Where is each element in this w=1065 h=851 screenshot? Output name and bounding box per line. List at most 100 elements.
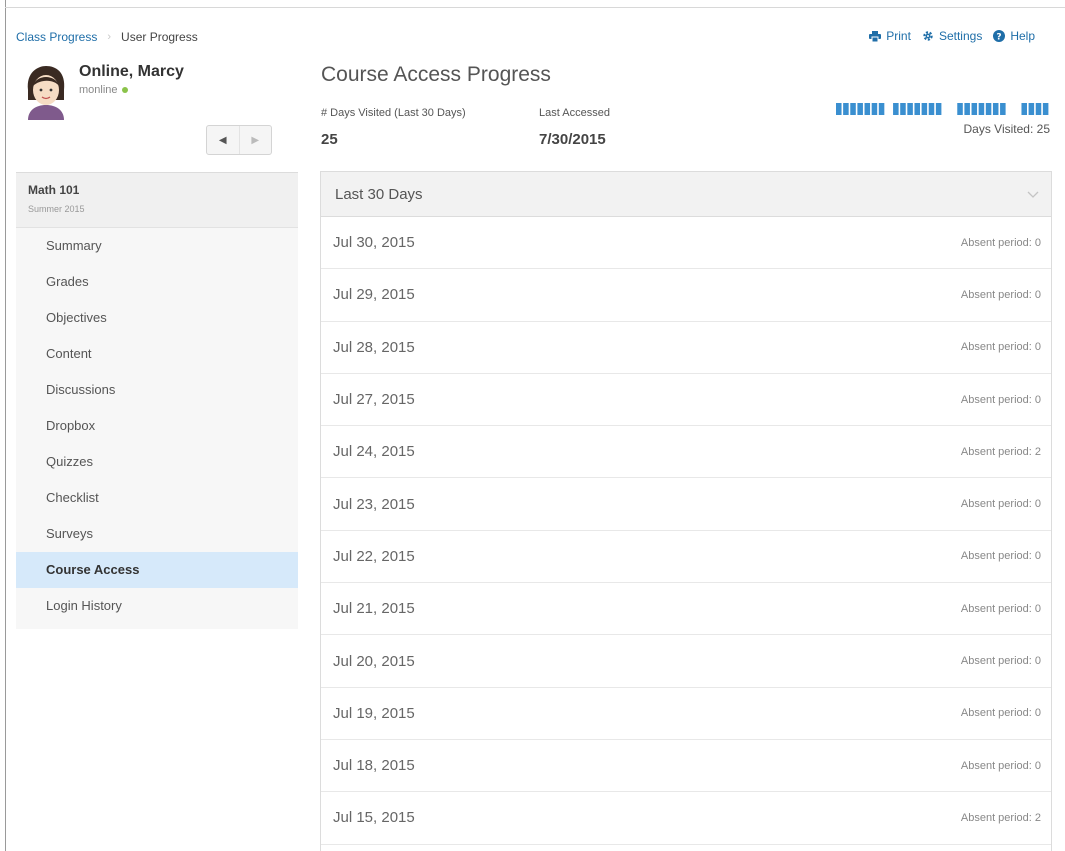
sparkline-day-bar xyxy=(971,103,978,115)
sidebar-item-dropbox[interactable]: Dropbox xyxy=(16,408,298,444)
user-pager: ◀ ▶ xyxy=(206,125,272,155)
previous-user-button[interactable]: ◀ xyxy=(207,126,240,154)
sidebar-item-checklist[interactable]: Checklist xyxy=(16,480,298,516)
course-term: Summer 2015 xyxy=(28,204,85,214)
last-accessed-value: 7/30/2015 xyxy=(539,131,606,148)
last-accessed-label: Last Accessed xyxy=(539,107,610,119)
absent-period: Absent period: 0 xyxy=(960,602,1041,615)
absent-period: Absent period: 0 xyxy=(960,393,1041,406)
help-label: Help xyxy=(1010,29,1035,43)
sidebar-nav: Summary Grades Objectives Content Discus… xyxy=(16,228,298,624)
access-row: Jul 30, 2015 Absent period: 0 xyxy=(321,217,1051,270)
sparkline-day-bar xyxy=(928,103,935,115)
breadcrumb: Class Progress › User Progress xyxy=(16,30,198,44)
gear-icon xyxy=(922,30,934,42)
absent-period: Absent period: 0 xyxy=(960,759,1041,772)
sparkline-day-bar xyxy=(935,103,942,115)
access-date: Jul 19, 2015 xyxy=(333,704,415,722)
next-user-button[interactable]: ▶ xyxy=(240,126,272,154)
sidebar-item-grades[interactable]: Grades xyxy=(16,264,298,300)
access-row: Jul 21, 2015 Absent period: 0 xyxy=(321,583,1051,636)
sidebar-item-login-history[interactable]: Login History xyxy=(16,588,298,624)
settings-label: Settings xyxy=(938,29,983,43)
access-row: Jul 22, 2015 Absent period: 0 xyxy=(321,531,1051,584)
sidebar-item-objectives[interactable]: Objectives xyxy=(16,300,298,336)
absent-period: Absent period: 0 xyxy=(960,341,1041,354)
sparkline-day-bar xyxy=(864,103,871,115)
sparkline-day-bar xyxy=(957,103,963,115)
breadcrumb-current: User Progress xyxy=(121,30,198,44)
days-visited-sparkline xyxy=(836,103,1049,115)
access-date: Jul 29, 2015 xyxy=(333,286,415,304)
sparkline-day-bar xyxy=(1028,103,1035,115)
absent-period: Absent period: 0 xyxy=(960,655,1041,668)
access-date: Jul 27, 2015 xyxy=(333,391,415,409)
chevron-down-icon[interactable] xyxy=(1027,191,1039,198)
access-row: Jul 24, 2015 Absent period: 2 xyxy=(321,426,1051,479)
access-date: Jul 23, 2015 xyxy=(333,495,415,513)
course-header: Math 101 Summer 2015 xyxy=(16,173,298,228)
access-date: Jul 24, 2015 xyxy=(333,443,415,461)
sparkline-day-bar xyxy=(857,103,863,115)
access-row: Jul 18, 2015 Absent period: 0 xyxy=(321,740,1051,793)
access-date: Jul 15, 2015 xyxy=(333,809,415,827)
sparkline-day-bar xyxy=(1021,103,1027,115)
access-date: Jul 21, 2015 xyxy=(333,600,415,618)
avatar xyxy=(24,66,68,120)
window-frame-left xyxy=(5,0,6,851)
sparkline-day-bar xyxy=(1035,103,1042,115)
sidebar-item-discussions[interactable]: Discussions xyxy=(16,372,298,408)
help-button[interactable]: ? Help xyxy=(993,29,1035,43)
absent-period: Absent period: 0 xyxy=(960,236,1041,249)
sparkline-day-bar xyxy=(878,103,885,115)
days-visited-value: 25 xyxy=(321,131,338,148)
print-button[interactable]: Print xyxy=(869,29,911,43)
page-title: Course Access Progress xyxy=(321,63,551,86)
sparkline-day-bar xyxy=(893,103,899,115)
sidebar-item-content[interactable]: Content xyxy=(16,336,298,372)
access-date: Jul 20, 2015 xyxy=(333,652,415,670)
access-row: Jul 23, 2015 Absent period: 0 xyxy=(321,478,1051,531)
access-row: Jul 19, 2015 Absent period: 0 xyxy=(321,688,1051,740)
sparkline-day-bar xyxy=(921,103,928,115)
sparkline-day-bar xyxy=(871,103,878,115)
help-icon: ? xyxy=(993,30,1006,42)
sparkline-day-bar xyxy=(1042,103,1049,115)
window-frame-top xyxy=(5,7,1065,8)
last-30-days-header[interactable]: Last 30 Days xyxy=(321,172,1051,217)
user-handle: monline xyxy=(79,84,128,96)
access-date: Jul 28, 2015 xyxy=(333,338,415,356)
last-30-days-panel: Last 30 Days Jul 30, 2015 Absent period: … xyxy=(320,171,1052,851)
access-row: Jul 27, 2015 Absent period: 0 xyxy=(321,374,1051,427)
access-row: Jul 15, 2015 Absent period: 2 xyxy=(321,792,1051,845)
sidebar-item-course-access[interactable]: Course Access xyxy=(16,552,298,588)
access-row: Jul 29, 2015 Absent period: 0 xyxy=(321,269,1051,322)
access-row: Jul 20, 2015 Absent period: 0 xyxy=(321,635,1051,688)
top-actions: Print Settings ? Help xyxy=(869,29,1035,43)
printer-icon xyxy=(869,30,882,42)
breadcrumb-class-progress[interactable]: Class Progress xyxy=(16,30,97,44)
settings-button[interactable]: Settings xyxy=(922,29,982,43)
sparkline-day-bar xyxy=(900,103,906,115)
sparkline-day-bar xyxy=(1000,103,1006,115)
absent-period: Absent period: 0 xyxy=(960,550,1041,563)
breadcrumb-separator-icon: › xyxy=(107,31,112,43)
sidebar: Math 101 Summer 2015 Summary Grades Obje… xyxy=(16,172,298,629)
sidebar-item-surveys[interactable]: Surveys xyxy=(16,516,298,552)
sparkline-day-bar xyxy=(843,103,849,115)
sidebar-item-quizzes[interactable]: Quizzes xyxy=(16,444,298,480)
access-date: Jul 18, 2015 xyxy=(333,757,415,775)
user-handle-text: monline xyxy=(79,84,118,96)
access-date: Jul 30, 2015 xyxy=(333,234,415,252)
sparkline-day-bar xyxy=(914,103,920,115)
print-label: Print xyxy=(886,29,911,43)
absent-period: Absent period: 2 xyxy=(960,811,1041,824)
sparkline-day-bar xyxy=(836,103,842,115)
sparkline-day-bar xyxy=(964,103,970,115)
svg-text:?: ? xyxy=(997,32,1002,42)
sidebar-item-summary[interactable]: Summary xyxy=(16,228,298,264)
absent-period: Absent period: 0 xyxy=(960,707,1041,720)
online-status-icon xyxy=(121,87,128,93)
sparkline-day-bar xyxy=(985,103,992,115)
absent-period: Absent period: 2 xyxy=(960,445,1041,458)
